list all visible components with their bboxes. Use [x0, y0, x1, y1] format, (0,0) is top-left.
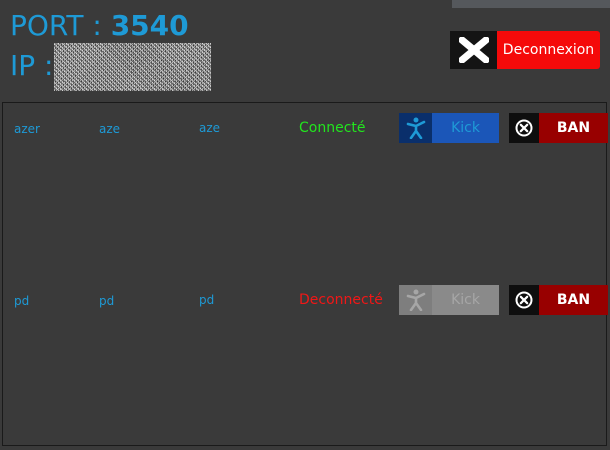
kick-button[interactable]: Kick [399, 285, 499, 315]
ip-value-redacted [54, 43, 211, 91]
kick-icon [399, 285, 432, 315]
kick-label: Kick [432, 113, 499, 143]
player-field-2: aze [99, 122, 121, 136]
kick-button[interactable]: Kick [399, 113, 499, 143]
players-list: azer aze aze Connecté Kick BAN pd pd pd … [2, 102, 608, 446]
ban-button[interactable]: BAN [509, 113, 608, 143]
port-label: PORT : [10, 9, 111, 42]
player-field-1: pd [14, 294, 30, 308]
logout-button[interactable]: Deconnexion [450, 31, 600, 69]
player-field-1: azer [14, 122, 40, 136]
ban-button[interactable]: BAN [509, 285, 608, 315]
window-top-strip [452, 0, 610, 8]
port-value: 3540 [110, 9, 189, 42]
status-text: Deconnecté [299, 292, 383, 308]
ban-circle-x-icon [509, 285, 539, 315]
status-text: Connecté [299, 120, 366, 136]
close-x-icon [450, 31, 497, 69]
port-display: PORT : 3540 [10, 8, 189, 44]
kick-label: Kick [432, 285, 499, 315]
ban-label: BAN [539, 113, 608, 143]
player-field-3: pd [199, 293, 215, 307]
player-field-3: aze [199, 121, 221, 135]
ip-label: IP : [10, 49, 54, 82]
kick-icon [399, 113, 432, 143]
ban-label: BAN [539, 285, 608, 315]
player-field-2: pd [99, 294, 115, 308]
ban-circle-x-icon [509, 113, 539, 143]
logout-label: Deconnexion [497, 31, 600, 69]
ip-display: IP : [10, 48, 53, 84]
